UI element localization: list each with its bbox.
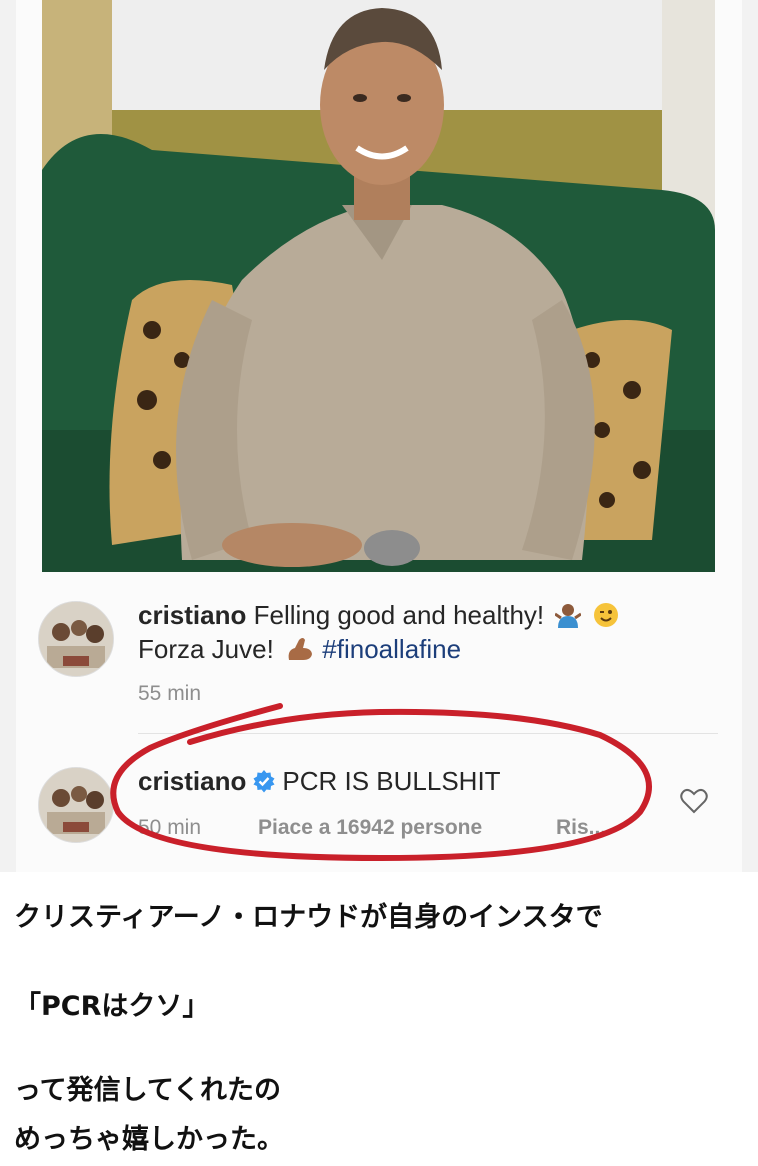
caption-line-1: クリスティアーノ・ロナウドが自身のインスタで (14, 902, 603, 933)
comment-row: cristiano PCR IS BULLSHIT 50 min Piace a… (38, 766, 718, 856)
comment-timestamp: 50 min (138, 816, 202, 839)
wink-emoji-icon (593, 602, 619, 635)
avatar[interactable] (38, 767, 114, 843)
screenshot-image: cristiano Felling good and healthy! Forz… (0, 0, 758, 872)
post-timestamp: 55 min (138, 682, 202, 705)
comment-text: PCR IS BULLSHIT (282, 766, 501, 796)
comment-text-line: cristiano PCR IS BULLSHIT (138, 766, 501, 797)
reply-link[interactable]: Ris... (556, 816, 606, 840)
flexed-biceps-emoji-icon (285, 636, 315, 669)
heart-icon[interactable] (680, 788, 708, 814)
post-caption-text-2: Forza Juve! (138, 634, 274, 664)
avatar[interactable] (38, 601, 114, 677)
caption-line-2: 「PCRはクソ」 (14, 991, 210, 1022)
post-caption-text: Felling good and healthy! (253, 600, 545, 630)
post-hashtag[interactable]: #finoallafine (322, 634, 461, 664)
shrug-emoji-icon (554, 602, 583, 635)
comment-username[interactable]: cristiano (138, 766, 246, 796)
comment-likes[interactable]: Piace a 16942 persone (258, 816, 482, 840)
verified-badge-icon (252, 769, 276, 793)
divider (138, 733, 718, 734)
post-username[interactable]: cristiano (138, 600, 246, 630)
post-caption-line1: cristiano Felling good and healthy! (138, 600, 619, 635)
caption-line-4: めっちゃ嬉しかった。 (14, 1124, 284, 1155)
post-caption-row: cristiano Felling good and healthy! Forz… (38, 600, 718, 710)
caption-line-3: って発信してくれたの (14, 1075, 282, 1106)
post-caption-line2: Forza Juve! #finoallafine (138, 634, 461, 669)
post-photo (42, 0, 715, 572)
